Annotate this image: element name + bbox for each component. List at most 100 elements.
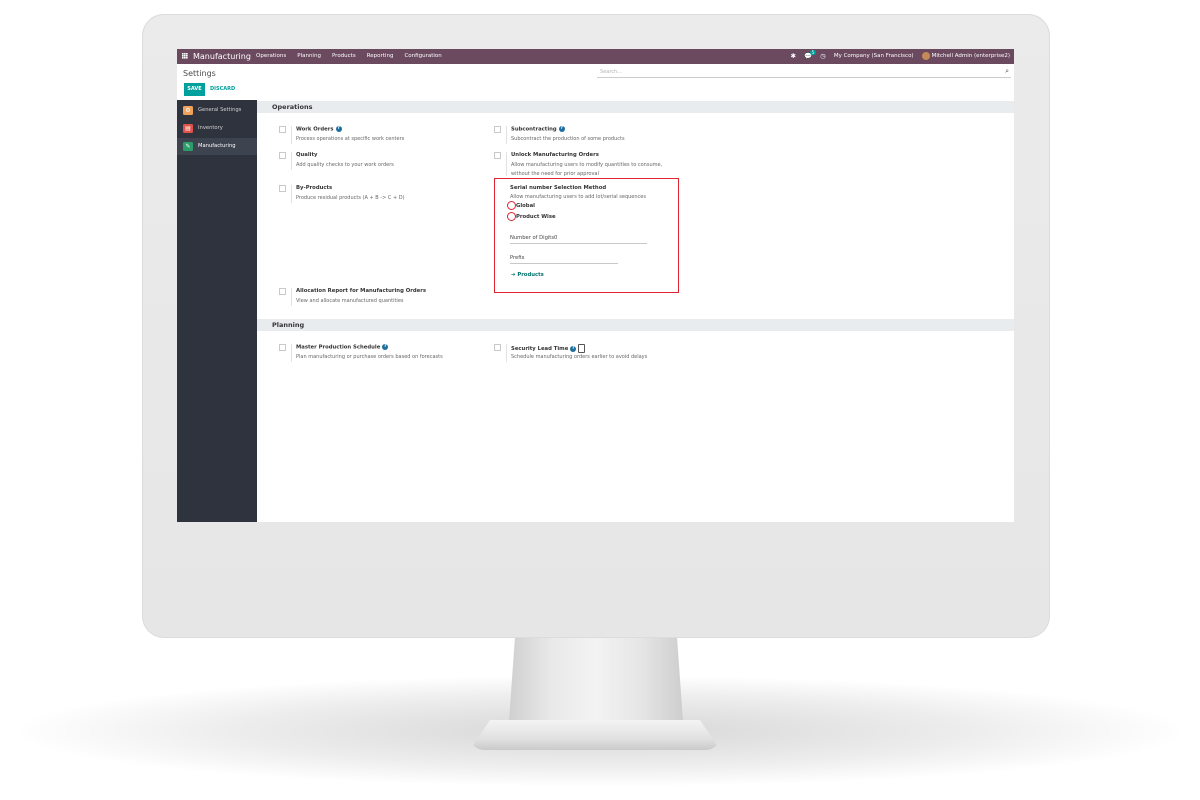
sidebar-item-label: Manufacturing [198, 143, 236, 149]
setting-title: Master Production Schedule? [296, 344, 389, 351]
settings-sidebar: ⚙ General Settings ▤ Inventory ✎ Manufac… [177, 100, 257, 522]
divider [506, 152, 507, 176]
sidebar-item-label: Inventory [198, 125, 223, 131]
setting-title-text: Work Orders [296, 126, 334, 133]
divider [506, 344, 507, 362]
menu-operations[interactable]: Operations [256, 52, 286, 61]
navbar-systray: ✱ 💬 5 ◷ My Company (San Francisco) Mitche… [791, 50, 1010, 62]
help-icon[interactable]: ? [335, 126, 342, 132]
monitor-stand-base [470, 720, 720, 750]
main-menu: Operations Planning Products Reporting C… [256, 52, 442, 61]
prefix-field[interactable]: Prefix [510, 255, 618, 264]
page-title: Settings [183, 69, 216, 78]
radio-product-wise[interactable]: Product Wise [507, 212, 556, 221]
sidebar-item-manufacturing[interactable]: ✎ Manufacturing [177, 138, 257, 155]
section-title: Operations [272, 103, 313, 111]
field-value: 0 [554, 235, 558, 241]
allocation-report-checkbox[interactable] [279, 288, 286, 295]
avatar [921, 51, 930, 60]
setting-desc: Subcontract the production of some produ… [511, 136, 625, 142]
setting-desc: Allow manufacturing users to add lot/ser… [510, 194, 646, 200]
setting-desc: Process operations at specific work cent… [296, 136, 405, 142]
user-menu[interactable]: Mitchell Admin (enterprise2) [921, 51, 1010, 62]
mps-checkbox[interactable] [279, 344, 286, 351]
divider [291, 344, 292, 362]
setting-desc-line: Allow manufacturing users to modify quan… [511, 162, 663, 168]
top-navbar: Manufacturing Operations Planning Produc… [177, 49, 1014, 64]
setting-desc: Add quality checks to your work orders [296, 162, 394, 168]
setting-desc: Allow manufacturing users to modify quan… [511, 161, 662, 178]
menu-planning[interactable]: Planning [297, 52, 321, 61]
security-lead-time-checkbox[interactable] [494, 344, 501, 351]
section-title: Planning [272, 321, 305, 329]
setting-desc-line: without the need for prior approval [511, 170, 599, 177]
chat-icon[interactable]: 💬 5 [804, 50, 816, 62]
divider [291, 126, 292, 144]
divider [291, 152, 292, 170]
setting-title-text: Security Lead Time [511, 346, 569, 352]
link-label: Products [517, 272, 544, 278]
radio-label: Global [516, 202, 535, 209]
menu-products[interactable]: Products [332, 52, 356, 61]
setting-desc: Produce residual products (A + B -> C + … [296, 195, 405, 201]
quality-checkbox[interactable] [279, 152, 286, 159]
divider [291, 288, 292, 306]
sidebar-item-inventory[interactable]: ▤ Inventory [177, 120, 257, 137]
inventory-icon: ▤ [183, 124, 193, 133]
setting-title: Security Lead Time? [511, 344, 586, 353]
divider [506, 126, 507, 144]
setting-desc: Plan manufacturing or purchase orders ba… [296, 354, 443, 360]
menu-reporting[interactable]: Reporting [367, 52, 394, 61]
help-icon[interactable]: ? [570, 345, 577, 352]
wrench-icon: ✎ [183, 142, 193, 151]
radio-label: Product Wise [516, 213, 556, 220]
save-button[interactable]: SAVE [184, 83, 205, 96]
bug-icon[interactable]: ✱ [791, 51, 796, 62]
apps-grid-icon[interactable] [182, 53, 188, 59]
unlock-mo-checkbox[interactable] [494, 152, 501, 159]
setting-title: Quality [296, 152, 318, 158]
radio-circle[interactable] [507, 201, 516, 210]
work-orders-checkbox[interactable] [279, 126, 286, 133]
arrow-right-icon: ➔ [511, 272, 516, 278]
radio-global[interactable]: Global [507, 201, 535, 210]
by-products-checkbox[interactable] [279, 185, 286, 192]
setting-title: Work Orders? [296, 126, 342, 133]
menu-configuration[interactable]: Configuration [404, 52, 441, 61]
search-input[interactable]: Search... ⌕ [597, 67, 1011, 78]
help-icon[interactable]: ? [382, 344, 389, 350]
mobile-icon [578, 344, 586, 353]
company-switcher[interactable]: My Company (San Francisco) [834, 51, 914, 62]
gear-icon: ⚙ [183, 106, 193, 115]
app-screen: Manufacturing Operations Planning Produc… [177, 49, 1014, 522]
subcontracting-checkbox[interactable] [494, 126, 501, 133]
search-placeholder: Search... [600, 69, 622, 75]
sidebar-item-general-settings[interactable]: ⚙ General Settings [177, 102, 257, 119]
user-name: Mitchell Admin (enterprise2) [931, 53, 1010, 59]
divider [291, 185, 292, 203]
setting-title-text: Master Production Schedule [296, 344, 381, 351]
setting-title: Allocation Report for Manufacturing Orde… [296, 288, 426, 294]
setting-title: Subcontracting? [511, 126, 565, 133]
setting-title-text: Subcontracting [511, 126, 557, 133]
radio-circle[interactable] [507, 212, 516, 221]
number-of-digits-field[interactable]: Number of Digits0 [510, 235, 647, 244]
setting-title: Unlock Manufacturing Orders [511, 152, 599, 158]
products-link[interactable]: ➔ Products [511, 272, 544, 278]
clock-icon[interactable]: ◷ [820, 51, 826, 62]
sidebar-item-label: General Settings [198, 107, 242, 113]
serial-selection-highlight: Serial number Selection Method Allow man… [494, 178, 679, 293]
section-operations: Operations [257, 101, 1014, 113]
help-icon[interactable]: ? [558, 126, 565, 132]
field-label: Number of Digits [510, 235, 555, 241]
messages-badge: 5 [810, 50, 816, 55]
setting-desc: View and allocate manufactured quantitie… [296, 298, 404, 304]
app-name[interactable]: Manufacturing [193, 51, 251, 62]
search-icon[interactable]: ⌕ [1005, 67, 1009, 76]
discard-button[interactable]: DISCARD [210, 83, 235, 96]
setting-title: By-Products [296, 185, 333, 191]
setting-desc: Schedule manufacturing orders earlier to… [511, 354, 648, 360]
setting-title: Serial number Selection Method [510, 185, 607, 191]
field-label: Prefix [510, 255, 525, 261]
section-planning: Planning [257, 319, 1014, 331]
